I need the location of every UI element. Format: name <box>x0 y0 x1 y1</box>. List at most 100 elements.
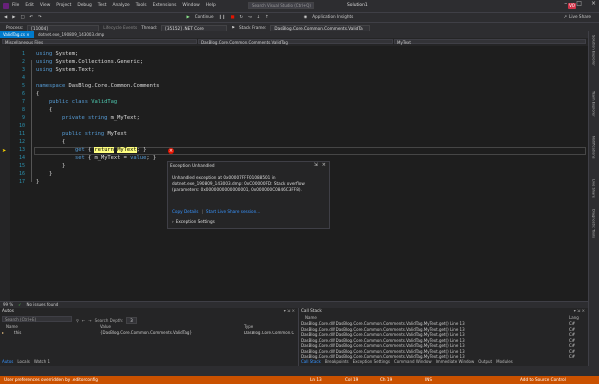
indicator-margin[interactable] <box>0 46 10 301</box>
flag-icon[interactable]: ⚑ <box>231 26 235 30</box>
panel-controls[interactable]: ▾ ⇲ × <box>574 309 585 313</box>
menu-item-test[interactable]: Test <box>98 3 107 8</box>
call-stack-row[interactable]: DasBlog.Core.dll!DasBlog.Core.Common.Com… <box>301 322 586 326</box>
pin-icon[interactable]: ⇲ <box>314 163 318 168</box>
class-dropdown[interactable]: DasBlog.Core.Common.Comments.ValidTag <box>198 39 393 45</box>
live-share-icon: ↗ <box>563 14 568 19</box>
call-stack-row[interactable]: DasBlog.Core.dll!DasBlog.Core.Common.Com… <box>301 333 586 337</box>
code-line[interactable]: public class ValidTag <box>36 99 117 105</box>
tab-notifications[interactable]: Notifications <box>591 136 596 159</box>
close-icon[interactable]: × <box>322 163 326 168</box>
undo-icon[interactable]: ↶ <box>29 14 33 19</box>
panel-controls[interactable]: ▾ ⇲ × <box>284 309 295 313</box>
menu-item-debug[interactable]: Debug <box>77 3 91 8</box>
zoom-level[interactable]: 99 % <box>3 303 13 307</box>
exception-settings-label: Exception Settings <box>175 219 215 224</box>
tab-live-share[interactable]: Live Share <box>591 179 596 198</box>
pause-icon[interactable]: ❙❙ <box>219 14 226 19</box>
tab-command-window[interactable]: Command Window <box>394 360 432 364</box>
tab-output[interactable]: Output <box>478 360 492 364</box>
column-number[interactable]: Col 19 <box>345 377 358 382</box>
tab-locals[interactable]: Locals <box>17 360 29 364</box>
menu-item-tools[interactable]: Tools <box>136 3 147 8</box>
lifecycle-events-button[interactable]: Lifecycle Events <box>103 26 137 30</box>
table-row[interactable]: ▸ this {DasBlog.Core.Common.Comments.Val… <box>2 330 296 336</box>
redo-icon[interactable]: ↷ <box>38 14 42 19</box>
exception-icon[interactable]: × <box>168 148 174 154</box>
exception-settings-expander[interactable]: › Exception Settings <box>172 219 215 224</box>
add-to-source-control-button[interactable]: Add to Source Control <box>520 377 566 382</box>
menu-item-view[interactable]: View <box>40 3 50 8</box>
tab-dump-file[interactable]: dotnet.exe_190809_143003.dmp <box>35 31 139 38</box>
code-line[interactable]: namespace DasBlog.Core.Common.Comments <box>36 83 159 89</box>
member-dropdown[interactable]: MyText <box>394 39 586 45</box>
menu-item-window[interactable]: Window <box>182 3 199 8</box>
search-depth-dropdown[interactable]: 3 <box>126 317 137 324</box>
call-stack-row[interactable]: DasBlog.Core.dll!DasBlog.Core.Common.Com… <box>301 349 586 354</box>
tab-call-stack[interactable]: Call Stack <box>301 360 321 364</box>
code-line[interactable]: } <box>36 163 65 169</box>
code-line[interactable]: { <box>36 91 39 97</box>
call-stack-row[interactable]: DasBlog.Core.dll!DasBlog.Core.Common.Com… <box>301 344 586 348</box>
char-number[interactable]: Ch 19 <box>380 377 392 382</box>
issues-status[interactable]: No issues found <box>27 303 59 307</box>
code-line[interactable]: } <box>36 171 52 177</box>
restart-icon[interactable]: ↻ <box>240 14 244 19</box>
tab-validtag-cs[interactable]: ValidTag.cs × <box>0 31 34 38</box>
search-icon[interactable]: ⚲ <box>76 318 79 323</box>
start-live-share-link[interactable]: Start Live Share session... <box>206 209 260 214</box>
menu-item-project[interactable]: Project <box>56 3 71 8</box>
arrow-left-icon[interactable]: ← <box>82 318 85 323</box>
tab-modules[interactable]: Modules <box>496 360 513 364</box>
code-line[interactable]: private string m_MyText; <box>36 115 140 121</box>
tab-exception-settings[interactable]: Exception Settings <box>353 360 390 364</box>
code-line[interactable]: using System; <box>36 51 78 57</box>
tab-team-explorer[interactable]: Team Explorer <box>591 91 596 117</box>
tab-solution-explorer[interactable]: Solution Explorer <box>591 35 596 66</box>
step-out-icon[interactable]: ↑ <box>265 14 269 19</box>
code-line[interactable]: { <box>36 139 65 145</box>
code-line[interactable]: set { m_MyText = value; } <box>36 155 156 161</box>
close-icon[interactable]: × <box>26 32 29 37</box>
menu-item-file[interactable]: File <box>12 3 19 8</box>
code-line[interactable]: using System.Collections.Generic; <box>36 59 143 65</box>
maximize-icon[interactable]: □ <box>576 1 582 7</box>
line-number: 1 <box>21 51 25 57</box>
expand-icon[interactable]: ▸ <box>2 331 4 335</box>
tab-watch-1[interactable]: Watch 1 <box>34 360 50 364</box>
close-icon[interactable]: × <box>591 1 596 7</box>
menu-item-help[interactable]: Help <box>206 3 216 8</box>
code-line[interactable]: } <box>36 179 39 185</box>
step-over-icon[interactable]: ↝ <box>248 14 252 19</box>
arrow-right-icon[interactable]: → <box>88 318 91 323</box>
tab-diagnostic-tools[interactable]: Diagnostic Tools <box>591 209 596 238</box>
code-line[interactable]: using System.Text; <box>36 67 94 73</box>
search-input[interactable]: Search Visual Studio (Ctrl+Q) <box>248 2 314 9</box>
step-into-icon[interactable]: ↓ <box>257 14 261 19</box>
tab-autos[interactable]: Autos <box>2 360 13 364</box>
back-icon[interactable]: ◀ <box>4 14 7 19</box>
application-insights-button[interactable]: Application Insights <box>312 14 353 19</box>
live-share-button[interactable]: ↗ Live Share <box>563 14 591 19</box>
tab-immediate-window[interactable]: Immediate Window <box>436 360 475 364</box>
call-stack-row[interactable]: DasBlog.Core.dll!DasBlog.Core.Common.Com… <box>301 338 586 343</box>
code-line[interactable]: { <box>36 107 52 113</box>
menu-item-extensions[interactable]: Extensions <box>153 3 177 8</box>
stop-icon[interactable]: ■ <box>231 14 235 19</box>
menu-item-edit[interactable]: Edit <box>25 3 34 8</box>
continue-button[interactable]: Continue <box>195 14 214 19</box>
code-line[interactable]: get { return MyText; } <box>36 146 146 153</box>
forward-icon[interactable]: ▶ <box>12 14 15 19</box>
code-line[interactable]: public string MyText <box>36 131 127 137</box>
autos-search-input[interactable]: Search (Ctrl+E) <box>2 316 72 322</box>
call-stack-row[interactable]: DasBlog.Core.dll!DasBlog.Core.Common.Com… <box>301 327 586 332</box>
menu-item-analyze[interactable]: Analyze <box>112 3 129 8</box>
insert-mode[interactable]: INS <box>425 377 432 382</box>
project-dropdown[interactable]: Miscellaneous Files <box>2 39 197 45</box>
continue-icon[interactable]: ▶ <box>186 14 189 19</box>
line-number[interactable]: Ln 13 <box>310 377 322 382</box>
minimize-icon[interactable]: – <box>564 1 567 7</box>
copy-details-link[interactable]: Copy Details <box>172 209 198 214</box>
tab-breakpoints[interactable]: Breakpoints <box>325 360 349 364</box>
save-icon[interactable]: □ <box>20 14 24 19</box>
